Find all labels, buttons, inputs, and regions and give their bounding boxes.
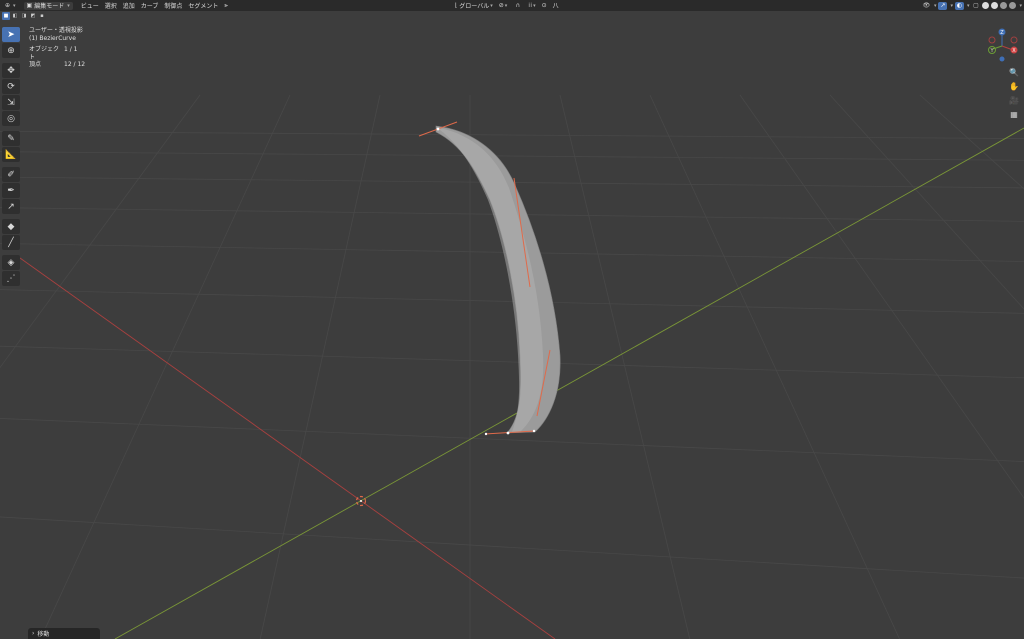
menu-view[interactable]: ビュー [78,0,102,11]
curve-shading [440,128,544,432]
solid-shading-icon[interactable] [991,2,999,9]
snap-icon: ∩ [515,2,520,9]
select-tool-icon[interactable]: ➤ [2,27,20,42]
shear-tool-icon[interactable]: ⋰ [2,271,20,286]
pivot-point-selector[interactable]: ⊘ ▾ [496,0,511,11]
view-name: ユーザー・透視投影 [29,27,83,34]
pen-tool-icon[interactable]: ✒ [2,183,20,198]
viewport-icon: ⊕ [4,2,11,9]
menu-add[interactable]: 追加 [120,0,138,11]
select-new-icon[interactable]: ■ [2,12,10,20]
expand-chevron-icon: › [32,630,35,637]
toggle-x-ray-icon[interactable]: ⫸ [221,0,230,11]
snap-target-icon: ⁞⁞ [528,2,533,9]
radius-tool-icon[interactable]: ◆ [2,219,20,234]
move-tool-icon[interactable]: ✥ [2,63,20,78]
scale-tool-icon[interactable]: ⇲ [2,95,20,110]
wireframe-shading-icon[interactable] [982,2,990,9]
header-right-controls: 👁 ▾ ↗ ▾ ◐ ▾ ▢ ▾ [922,1,1022,10]
orientation-icon: ⌊ [455,2,458,9]
proportional-falloff-selector[interactable]: 八 [550,0,562,11]
tilt-tool-icon[interactable]: ╱ [2,235,20,250]
perspective-toggle-icon[interactable]: ▦ [1007,107,1021,121]
camera-view-icon[interactable]: 🎥 [1007,93,1021,107]
tool-shelf: ➤ ⊕ ✥ ⟳ ⇲ ◎ ✎ 📐 ✐ ✒ ↗ ◆ ╱ ◈ ⋰ [2,27,20,286]
floor-grid [0,94,1024,639]
select-intersect-icon[interactable]: ▪ [38,12,46,20]
extrude-tool-icon[interactable]: ↗ [2,199,20,214]
active-object-name: (1) BezierCurve [29,34,76,42]
3d-cursor-icon[interactable] [355,495,367,507]
gizmo-neg-z-icon[interactable] [999,56,1005,62]
mode-label: 編集モード [34,3,65,10]
draw-tool-icon[interactable]: ✐ [2,167,20,182]
select-subtract-icon[interactable]: ◨ [20,12,28,20]
last-operator-panel[interactable]: › 移動 [28,628,100,639]
gizmo-x-label: X [1012,48,1016,54]
last-operator-label: 移動 [37,631,50,638]
object-types-visibility-icon[interactable]: 👁 [922,2,931,10]
navigation-gizmo[interactable]: Z X Y [986,22,1024,66]
gizmo-neg-y-icon[interactable] [988,36,996,44]
menu-segments[interactable]: セグメント [185,0,221,11]
transform-tool-icon[interactable]: ◎ [2,111,20,126]
annotate-tool-icon[interactable]: ✎ [2,131,20,146]
transform-orientation-selector[interactable]: ⌊ グローバル ▾ [452,0,496,11]
gizmo-neg-x-icon[interactable] [1010,36,1018,44]
overlays-toggle-icon[interactable]: ◐ [954,1,964,10]
proportional-editing-toggle[interactable]: ⊙ [539,0,550,11]
snap-toggle[interactable]: ∩ [510,0,525,11]
pivot-icon: ⊘ [498,2,504,9]
mode-selector[interactable]: ▣ 編集モード ▾ [19,0,78,11]
material-shading-icon[interactable] [1000,2,1008,9]
select-mode-bar: ■ ◧ ◨ ◩ ▪ [2,12,46,21]
proportional-icon: ⊙ [541,2,547,9]
3d-viewport[interactable] [0,11,1024,639]
gizmo-toggle-icon[interactable]: ↗ [938,1,948,10]
edit-mode-icon: ▣ [26,2,33,9]
stat-vertices: 頂点 12 / 12 [29,61,86,69]
xray-toggle-icon[interactable]: ▢ [971,2,980,10]
menu-select[interactable]: 選択 [102,0,120,11]
orientation-label: グローバル [459,3,490,10]
y-axis-line [114,127,1024,639]
snap-target-selector[interactable]: ⁞⁞ ▾ [525,0,538,11]
zoom-icon[interactable]: 🔍 [1007,65,1021,79]
viewport-info-overlay: ユーザー・透視投影 (1) BezierCurve オブジェクト 1 / 1 頂… [29,27,85,69]
header-bar: ⊕ ▾ ▣ 編集モード ▾ ビュー 選択 追加 カーブ 制御点 セグメント ⫸ ⌊ グ… [0,0,1024,11]
gizmo-z-label: Z [1000,30,1004,36]
rotate-tool-icon[interactable]: ⟳ [2,79,20,94]
pan-hand-icon[interactable]: ✋ [1007,79,1021,93]
editor-type-selector[interactable]: ⊕ ▾ [0,0,19,11]
randomize-tool-icon[interactable]: ◈ [2,255,20,270]
x-axis-line [19,257,556,639]
select-invert-icon[interactable]: ◩ [29,12,37,20]
falloff-icon: 八 [552,3,559,10]
stat-objects: オブジェクト 1 / 1 [29,46,78,61]
menu-control-points[interactable]: 制御点 [161,0,185,11]
menu-curve[interactable]: カーブ [138,0,162,11]
measure-tool-icon[interactable]: 📐 [2,147,20,162]
cursor-tool-icon[interactable]: ⊕ [2,43,20,58]
rendered-shading-icon[interactable] [1009,2,1017,9]
select-extend-icon[interactable]: ◧ [11,12,19,20]
